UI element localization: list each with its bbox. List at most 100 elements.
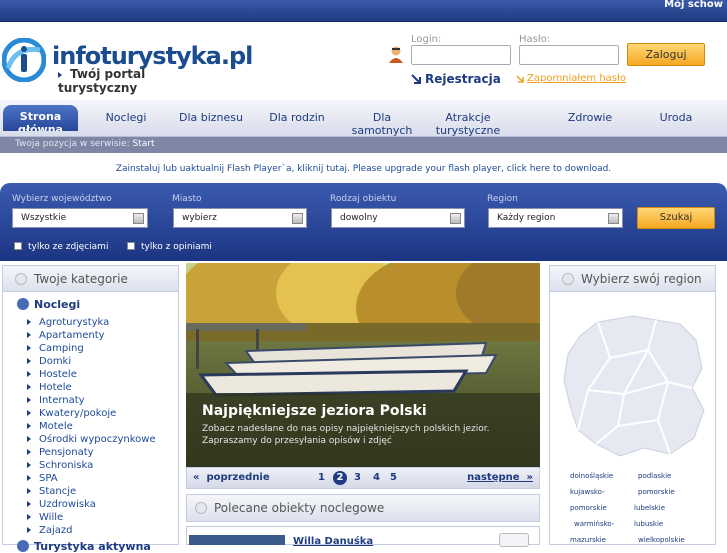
province-value: Wszystkie bbox=[21, 213, 67, 223]
login-label: Login: bbox=[411, 34, 442, 45]
category-item[interactable]: Agroturystyka bbox=[27, 317, 109, 328]
category-item[interactable]: Motele bbox=[27, 421, 73, 432]
double-right-icon: » bbox=[526, 472, 533, 483]
dropdown-icon bbox=[292, 213, 303, 224]
nav-beauty[interactable]: Uroda bbox=[648, 100, 704, 137]
category-item[interactable]: Domki bbox=[27, 356, 71, 367]
category-item[interactable]: Ośrodki wypoczynkowe bbox=[27, 434, 156, 445]
nav-singles[interactable]: Dla samotnych bbox=[346, 100, 418, 137]
next-slide-link[interactable]: następne » bbox=[467, 472, 533, 483]
category-noclegi[interactable]: Noclegi bbox=[17, 298, 80, 311]
header: infoturystyka.pl Twój portal turystyczny… bbox=[0, 22, 727, 100]
regions-panel: Wybierz swój region dolnośląskie podlask… bbox=[549, 265, 716, 545]
category-item[interactable]: Hostele bbox=[27, 369, 77, 380]
nav-noclegi[interactable]: Noclegi bbox=[96, 100, 156, 137]
next-slide-label: następne bbox=[467, 472, 520, 483]
slide-caption[interactable]: Najpiękniejsze jeziora Polski bbox=[202, 403, 427, 419]
object-type-select[interactable]: dowolny bbox=[331, 208, 465, 228]
category-item[interactable]: Camping bbox=[27, 343, 84, 354]
featured-slideshow[interactable]: Najpiękniejsze jeziora Polski Zobacz nad… bbox=[186, 263, 540, 467]
photos-only-checkbox[interactable]: tylko ze zdjęciami bbox=[14, 242, 108, 252]
breadcrumb-prefix: Twoja pozycja w serwisie: bbox=[15, 139, 130, 149]
search-button[interactable]: Szukaj bbox=[637, 207, 715, 229]
category-item[interactable]: Hotele bbox=[27, 382, 72, 393]
login-input[interactable] bbox=[411, 45, 511, 65]
category-item[interactable]: Schroniska bbox=[27, 460, 93, 471]
city-select[interactable]: wybierz bbox=[173, 208, 307, 228]
nav-health[interactable]: Zdrowie bbox=[560, 100, 620, 137]
region-label: Region bbox=[487, 194, 518, 204]
login-button[interactable]: Zaloguj bbox=[627, 43, 705, 66]
search-panel: Wybierz województwo Miasto Rodzaj obiekt… bbox=[0, 183, 727, 261]
category-item[interactable]: Zajazd bbox=[27, 525, 72, 536]
page-4[interactable]: 4 bbox=[373, 472, 380, 483]
register-link[interactable]: Rejestracja bbox=[425, 72, 501, 86]
categories-header[interactable]: Twoje kategorie bbox=[3, 266, 178, 292]
dropdown-icon bbox=[608, 213, 619, 224]
region-link[interactable]: mazurskie bbox=[570, 536, 606, 544]
recommended-thumb bbox=[189, 535, 285, 545]
category-active-tourism-label: Turystyka aktywna bbox=[34, 540, 151, 553]
region-link[interactable]: lubuskie bbox=[634, 520, 663, 528]
category-noclegi-label: Noclegi bbox=[34, 298, 81, 311]
category-item[interactable]: Kwatery/pokoje bbox=[27, 408, 116, 419]
nav-home[interactable]: Strona główna bbox=[3, 105, 78, 131]
category-item[interactable]: SPA bbox=[27, 473, 58, 484]
regions-header[interactable]: Wybierz swój region bbox=[550, 266, 715, 292]
region-link[interactable]: dolnośląskie bbox=[570, 472, 613, 480]
checkbox-box[interactable] bbox=[127, 242, 135, 250]
dropdown-icon bbox=[133, 213, 144, 224]
region-select[interactable]: Każdy region bbox=[488, 208, 623, 228]
region-link[interactable]: podlaskie bbox=[638, 472, 671, 480]
category-active-tourism[interactable]: Turystyka aktywna bbox=[17, 540, 151, 553]
object-type-value: dowolny bbox=[340, 213, 378, 223]
dropdown-icon bbox=[450, 213, 461, 224]
poland-map[interactable] bbox=[558, 310, 708, 460]
page-5[interactable]: 5 bbox=[390, 472, 397, 483]
categories-panel: Twoje kategorie Noclegi Agroturystyka Ap… bbox=[2, 265, 179, 553]
region-link[interactable]: warmińsko- bbox=[574, 520, 614, 528]
city-value: wybierz bbox=[182, 213, 217, 223]
site-logo[interactable]: infoturystyka.pl Twój portal turystyczny bbox=[2, 36, 253, 95]
nav-attractions[interactable]: Atrakcje turystyczne bbox=[430, 100, 506, 137]
double-left-icon: « bbox=[193, 472, 200, 483]
opinions-only-checkbox[interactable]: tylko z opiniami bbox=[127, 242, 212, 252]
top-bar: Mój schow bbox=[0, 0, 727, 22]
recommended-header[interactable]: Polecane obiekty noclegowe bbox=[186, 494, 540, 522]
user-icon bbox=[389, 46, 403, 63]
nav-business[interactable]: Dla biznesu bbox=[174, 100, 248, 137]
page-1[interactable]: 1 bbox=[318, 472, 325, 483]
flash-notice[interactable]: Zainstaluj lub uaktualnij Flash Player`a… bbox=[0, 164, 727, 174]
breadcrumb-start[interactable]: Start bbox=[133, 139, 155, 149]
chevron-down-icon bbox=[562, 273, 574, 285]
nav-families[interactable]: Dla rodzin bbox=[262, 100, 332, 137]
breadcrumb: Twoja pozycja w serwisie: Start bbox=[0, 137, 727, 153]
region-link[interactable]: kujawsko- bbox=[570, 488, 605, 496]
region-link[interactable]: pomorskie bbox=[570, 504, 607, 512]
checkbox-box[interactable] bbox=[14, 242, 22, 250]
password-input[interactable] bbox=[519, 45, 619, 65]
recommended-item[interactable]: Willa Danuśka bbox=[186, 526, 540, 547]
category-item[interactable]: Apartamenty bbox=[27, 330, 105, 341]
my-storage-link[interactable]: Mój schow bbox=[660, 0, 727, 22]
category-item[interactable]: Uzdrowiska bbox=[27, 499, 96, 510]
prev-slide-link[interactable]: « poprzednie bbox=[193, 472, 270, 483]
region-link[interactable]: wielkopolskie bbox=[638, 536, 685, 544]
slide-pager: « poprzednie 1 2 3 4 5 następne » bbox=[186, 467, 540, 489]
recommended-item-title[interactable]: Willa Danuśka bbox=[293, 536, 373, 547]
region-link[interactable]: pomorskie bbox=[638, 488, 675, 496]
category-item[interactable]: Stancje bbox=[27, 486, 76, 497]
page-current[interactable]: 2 bbox=[333, 471, 347, 485]
logo-swirl-icon bbox=[2, 38, 46, 82]
category-item[interactable]: Wille bbox=[27, 512, 63, 523]
region-value: Każdy region bbox=[497, 213, 556, 223]
category-item[interactable]: Pensjonaty bbox=[27, 447, 94, 458]
chevron-down-icon bbox=[17, 298, 29, 310]
region-link[interactable]: lubelskie bbox=[634, 504, 665, 512]
tagline: Twój portal turystyczny bbox=[58, 67, 222, 95]
arrow-icon bbox=[411, 74, 421, 84]
category-item[interactable]: Internaty bbox=[27, 395, 85, 406]
forgot-password-link[interactable]: Zapomniałem hasło bbox=[527, 73, 626, 84]
page-3[interactable]: 3 bbox=[354, 472, 361, 483]
province-select[interactable]: Wszystkie bbox=[12, 208, 148, 228]
